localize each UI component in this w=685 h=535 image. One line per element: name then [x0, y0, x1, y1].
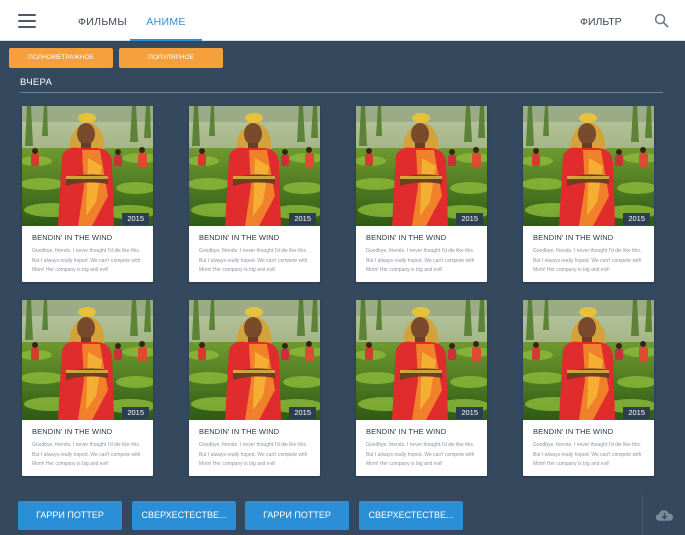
card-description: Goodbye, friends. I never thought I'd di…: [199, 248, 308, 273]
year-badge: 2015: [456, 407, 483, 419]
filter-button[interactable]: ФИЛЬТР: [580, 0, 622, 41]
hamburger-menu-icon[interactable]: [18, 14, 36, 28]
poster-image: [523, 300, 654, 420]
search-icon[interactable]: [654, 13, 669, 28]
bottom-divider: [642, 494, 643, 535]
poster-image: [22, 106, 153, 226]
card-title: BENDIN' IN THE WIND: [199, 233, 280, 242]
card-title: BENDIN' IN THE WIND: [32, 427, 113, 436]
section-title: ВЧЕРА: [20, 77, 53, 88]
year-badge: 2015: [623, 407, 650, 419]
card-description: Goodbye, friends. I never thought I'd di…: [32, 442, 141, 467]
movie-card[interactable]: 2015 BENDIN' IN THE WIND Goodbye, friends.…: [22, 106, 153, 282]
year-badge: 2015: [289, 213, 316, 225]
movie-card[interactable]: 2015 BENDIN' IN THE WIND Goodbye, friends.…: [523, 106, 654, 282]
card-description: Goodbye, friends. I never thought I'd di…: [199, 442, 308, 467]
year-badge: 2015: [289, 407, 316, 419]
card-description: Goodbye, friends. I never thought I'd di…: [366, 442, 475, 467]
bottom-button-supernatural[interactable]: СВЕРХЕСТЕСТВЕ...: [132, 501, 236, 530]
card-title: BENDIN' IN THE WIND: [32, 233, 113, 242]
card-description: Goodbye, friends. I never thought I'd di…: [533, 248, 642, 273]
card-description: Goodbye, friends. I never thought I'd di…: [366, 248, 475, 273]
card-title: BENDIN' IN THE WIND: [533, 427, 614, 436]
poster-image: [356, 300, 487, 420]
chip-popular[interactable]: ПОПУЛЯРНОЕ: [119, 48, 223, 68]
movie-card[interactable]: 2015 BENDIN' IN THE WIND Goodbye, friends.…: [22, 300, 153, 476]
poster-image: [189, 106, 320, 226]
top-navigation-bar: ФИЛЬМЫ АНИМЕ ФИЛЬТР: [0, 0, 685, 41]
poster-image: [523, 106, 654, 226]
movie-card[interactable]: 2015 BENDIN' IN THE WIND Goodbye, friends.…: [356, 106, 487, 282]
card-description: Goodbye, friends. I never thought I'd di…: [32, 248, 141, 273]
bottom-bar: ГАРРИ ПОТТЕР СВЕРХЕСТЕСТВЕ... ГАРРИ ПОТТ…: [0, 494, 685, 535]
tab-anime[interactable]: АНИМЕ: [130, 0, 202, 41]
card-title: BENDIN' IN THE WIND: [366, 233, 447, 242]
section-divider: [20, 92, 663, 93]
card-title: BENDIN' IN THE WIND: [199, 427, 280, 436]
year-badge: 2015: [456, 213, 483, 225]
card-title: BENDIN' IN THE WIND: [366, 427, 447, 436]
poster-image: [189, 300, 320, 420]
card-description: Goodbye, friends. I never thought I'd di…: [533, 442, 642, 467]
movie-card[interactable]: 2015 BENDIN' IN THE WIND Goodbye, friends.…: [189, 300, 320, 476]
card-title: BENDIN' IN THE WIND: [533, 233, 614, 242]
poster-image: [356, 106, 487, 226]
movie-card[interactable]: 2015 BENDIN' IN THE WIND Goodbye, friends.…: [189, 106, 320, 282]
bottom-button-harry-potter[interactable]: ГАРРИ ПОТТЕР: [18, 501, 122, 530]
year-badge: 2015: [122, 407, 149, 419]
chip-full-length[interactable]: ПОЛНОМЕТРАЖНОЕ: [9, 48, 113, 68]
poster-image: [22, 300, 153, 420]
movie-card[interactable]: 2015 BENDIN' IN THE WIND Goodbye, friends.…: [523, 300, 654, 476]
bottom-button-harry-potter-2[interactable]: ГАРРИ ПОТТЕР: [245, 501, 349, 530]
tab-films[interactable]: ФИЛЬМЫ: [78, 0, 127, 41]
movie-card[interactable]: 2015 BENDIN' IN THE WIND Goodbye, friends.…: [356, 300, 487, 476]
bottom-button-supernatural-2[interactable]: СВЕРХЕСТЕСТВЕ...: [359, 501, 463, 530]
cloud-download-icon[interactable]: [655, 508, 674, 522]
year-badge: 2015: [623, 213, 650, 225]
year-badge: 2015: [122, 213, 149, 225]
